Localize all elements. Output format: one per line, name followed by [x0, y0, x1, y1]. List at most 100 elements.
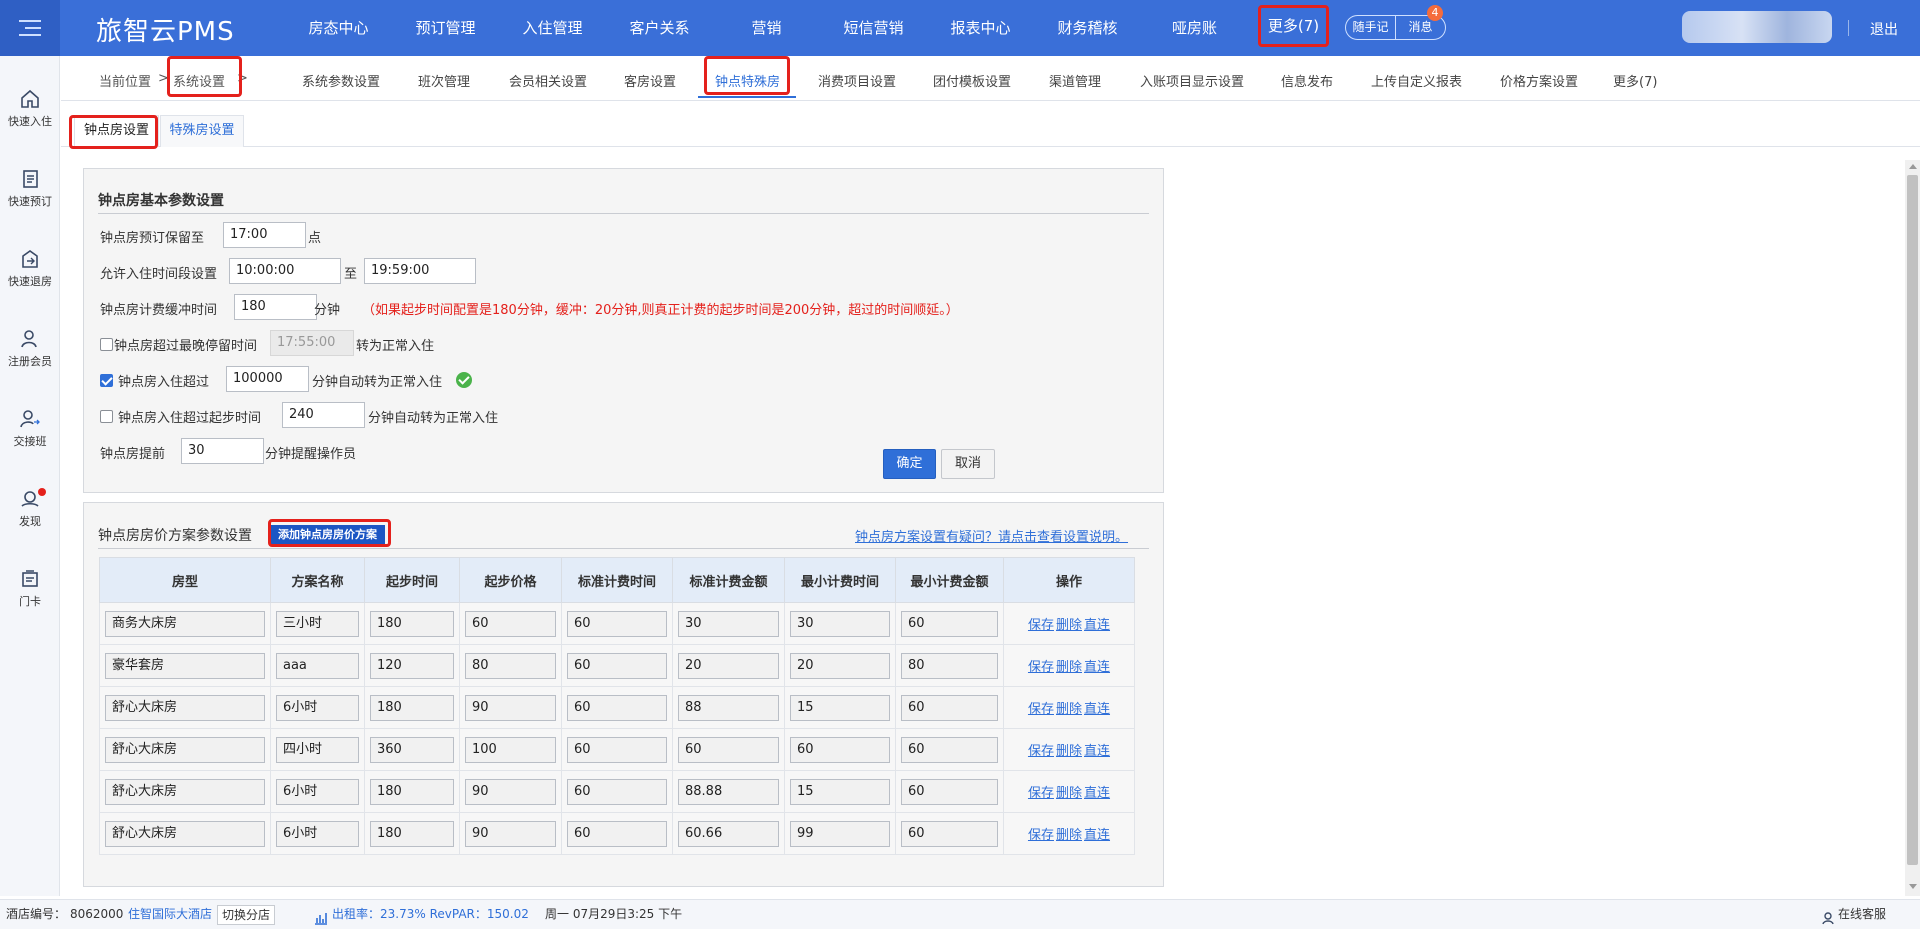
std-time-input[interactable]: 60 — [567, 652, 667, 679]
plan-name-input[interactable]: 6小时 — [276, 820, 359, 847]
subtab-system-params[interactable]: 系统参数设置 — [302, 71, 380, 90]
over-minutes-checkbox[interactable] — [100, 374, 113, 387]
subtab-more[interactable]: 更多(7) — [1613, 71, 1657, 90]
std-amount-input[interactable]: 88 — [678, 694, 779, 721]
start-price-input[interactable]: 60 — [465, 610, 556, 637]
over-start-checkbox[interactable] — [100, 410, 113, 423]
std-amount-input[interactable]: 30 — [678, 610, 779, 637]
checkin-window-start-input[interactable]: 10:00:00 — [229, 258, 341, 284]
save-link[interactable]: 保存 — [1028, 618, 1054, 633]
nav-marketing[interactable]: 营销 — [713, 0, 820, 56]
std-time-input[interactable]: 60 — [567, 736, 667, 763]
std-amount-input[interactable]: 60.66 — [678, 820, 779, 847]
plan-name-input[interactable]: aaa — [276, 652, 359, 679]
start-price-input[interactable]: 90 — [465, 694, 556, 721]
online-service-link[interactable]: 在线客服 — [1838, 900, 1886, 928]
subtab-room-settings[interactable]: 客房设置 — [624, 71, 676, 90]
subtab-posting-items[interactable]: 入账项目显示设置 — [1140, 71, 1244, 90]
remind-input[interactable]: 30 — [181, 438, 264, 464]
min-time-input[interactable]: 60 — [790, 736, 890, 763]
delete-link[interactable]: 删除 — [1056, 660, 1082, 675]
direct-connect-link[interactable]: 直连 — [1084, 660, 1110, 675]
hotel-name[interactable]: 住智国际大酒店 — [128, 900, 212, 928]
min-time-input[interactable]: 15 — [790, 778, 890, 805]
min-amount-input[interactable]: 60 — [901, 778, 998, 805]
subtab-shifts[interactable]: 班次管理 — [418, 71, 470, 90]
std-amount-input[interactable]: 88.88 — [678, 778, 779, 805]
direct-connect-link[interactable]: 直连 — [1084, 702, 1110, 717]
plan-name-input[interactable]: 四小时 — [276, 736, 359, 763]
std-time-input[interactable]: 60 — [567, 778, 667, 805]
delete-link[interactable]: 删除 — [1056, 786, 1082, 801]
scroll-down-icon[interactable] — [1909, 884, 1917, 889]
std-time-input[interactable]: 60 — [567, 694, 667, 721]
nav-reservations[interactable]: 预订管理 — [392, 0, 499, 56]
sidebar-item-discover[interactable]: 发现 — [0, 488, 60, 529]
plan-name-input[interactable]: 三小时 — [276, 610, 359, 637]
min-amount-input[interactable]: 60 — [901, 736, 998, 763]
min-time-input[interactable]: 20 — [790, 652, 890, 679]
start-price-input[interactable]: 90 — [465, 820, 556, 847]
start-time-input[interactable]: 360 — [370, 736, 454, 763]
sidebar-item-quick-checkin[interactable]: 快速入住 — [0, 88, 60, 129]
std-time-input[interactable]: 60 — [567, 820, 667, 847]
room-type-input[interactable]: 舒心大床房 — [105, 736, 265, 763]
subtab-info-publish[interactable]: 信息发布 — [1281, 71, 1333, 90]
help-link[interactable]: 钟点房方案设置有疑问？请点击查看设置说明。 — [855, 526, 1128, 545]
save-link[interactable]: 保存 — [1028, 744, 1054, 759]
plan-name-input[interactable]: 6小时 — [276, 778, 359, 805]
cancel-button[interactable]: 取消 — [941, 449, 995, 479]
room-type-input[interactable]: 豪华套房 — [105, 652, 265, 679]
subtab-group-templates[interactable]: 团付模板设置 — [933, 71, 1011, 90]
over-minutes-input[interactable]: 100000 — [226, 366, 309, 392]
start-time-input[interactable]: 180 — [370, 820, 454, 847]
notes-button[interactable]: 随手记 — [1346, 16, 1396, 39]
min-amount-input[interactable]: 60 — [901, 610, 998, 637]
save-link[interactable]: 保存 — [1028, 660, 1054, 675]
latest-stay-input[interactable]: 17:55:00 — [270, 330, 354, 356]
nav-audit[interactable]: 财务稽核 — [1034, 0, 1141, 56]
save-link[interactable]: 保存 — [1028, 702, 1054, 717]
min-amount-input[interactable]: 60 — [901, 694, 998, 721]
save-link[interactable]: 保存 — [1028, 786, 1054, 801]
direct-connect-link[interactable]: 直连 — [1084, 828, 1110, 843]
nav-more-button[interactable]: 更多(7) — [1258, 5, 1329, 47]
scrollbar-thumb[interactable] — [1907, 175, 1918, 865]
direct-connect-link[interactable]: 直连 — [1084, 744, 1110, 759]
subtab-price-plans[interactable]: 价格方案设置 — [1500, 71, 1578, 90]
plan-name-input[interactable]: 6小时 — [276, 694, 359, 721]
confirm-button[interactable]: 确定 — [883, 449, 936, 479]
start-price-input[interactable]: 100 — [465, 736, 556, 763]
latest-stay-checkbox[interactable] — [100, 338, 113, 351]
buffer-input[interactable]: 180 — [234, 294, 317, 320]
start-time-input[interactable]: 180 — [370, 610, 454, 637]
subtab-custom-reports[interactable]: 上传自定义报表 — [1371, 71, 1462, 90]
sidebar-item-register-member[interactable]: 注册会员 — [0, 328, 60, 369]
checkin-window-end-input[interactable]: 19:59:00 — [364, 258, 476, 284]
start-time-input[interactable]: 180 — [370, 778, 454, 805]
delete-link[interactable]: 删除 — [1056, 828, 1082, 843]
start-price-input[interactable]: 90 — [465, 778, 556, 805]
nav-dummy-account[interactable]: 哑房账 — [1141, 0, 1248, 56]
direct-connect-link[interactable]: 直连 — [1084, 786, 1110, 801]
user-info-blurred[interactable] — [1682, 11, 1832, 43]
room-type-input[interactable]: 舒心大床房 — [105, 820, 265, 847]
switch-branch-button[interactable]: 切换分店 — [217, 905, 276, 925]
room-type-input[interactable]: 商务大床房 — [105, 610, 265, 637]
min-amount-input[interactable]: 80 — [901, 652, 998, 679]
over-start-input[interactable]: 240 — [282, 402, 365, 428]
menu-toggle-button[interactable] — [0, 0, 60, 56]
delete-link[interactable]: 删除 — [1056, 702, 1082, 717]
nav-sms-marketing[interactable]: 短信营销 — [820, 0, 927, 56]
delete-link[interactable]: 删除 — [1056, 618, 1082, 633]
min-time-input[interactable]: 99 — [790, 820, 890, 847]
std-time-input[interactable]: 60 — [567, 610, 667, 637]
min-time-input[interactable]: 15 — [790, 694, 890, 721]
sidebar-item-shift-handover[interactable]: 交接班 — [0, 408, 60, 449]
room-type-input[interactable]: 舒心大床房 — [105, 694, 265, 721]
std-amount-input[interactable]: 60 — [678, 736, 779, 763]
save-link[interactable]: 保存 — [1028, 828, 1054, 843]
sidebar-item-door-card[interactable]: 门卡 — [0, 568, 60, 609]
subtab-consumption-items[interactable]: 消费项目设置 — [818, 71, 896, 90]
delete-link[interactable]: 删除 — [1056, 744, 1082, 759]
